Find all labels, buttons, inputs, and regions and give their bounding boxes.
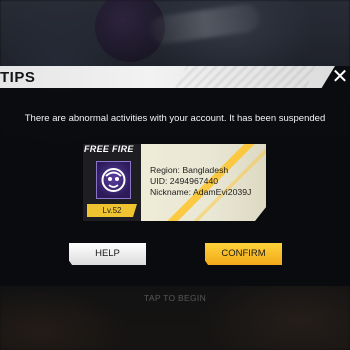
- help-button[interactable]: HELP: [69, 243, 146, 265]
- close-icon[interactable]: ✕: [329, 66, 350, 88]
- game-screen: TAP TO BEGIN TIPS ✕ There are abnormal a…: [0, 0, 350, 350]
- level-badge: Lv.52: [87, 204, 137, 217]
- dialog-header-pattern: [175, 66, 315, 88]
- region-text: Region: Bangladesh: [150, 165, 229, 175]
- avatar-icon: [96, 161, 131, 199]
- suspension-message: There are abnormal activities with your …: [24, 113, 326, 124]
- confirm-button[interactable]: CONFIRM: [205, 243, 282, 265]
- tap-to-begin-hint: TAP TO BEGIN: [143, 293, 207, 303]
- brand-logo: FREE FIRE: [84, 144, 134, 154]
- emblem-icon: [101, 168, 126, 192]
- uid-text: UID: 2494967440: [150, 176, 219, 186]
- dialog-title: TIPS: [0, 69, 36, 86]
- nickname-text: Nickname: AdamEvi2039J: [150, 187, 252, 197]
